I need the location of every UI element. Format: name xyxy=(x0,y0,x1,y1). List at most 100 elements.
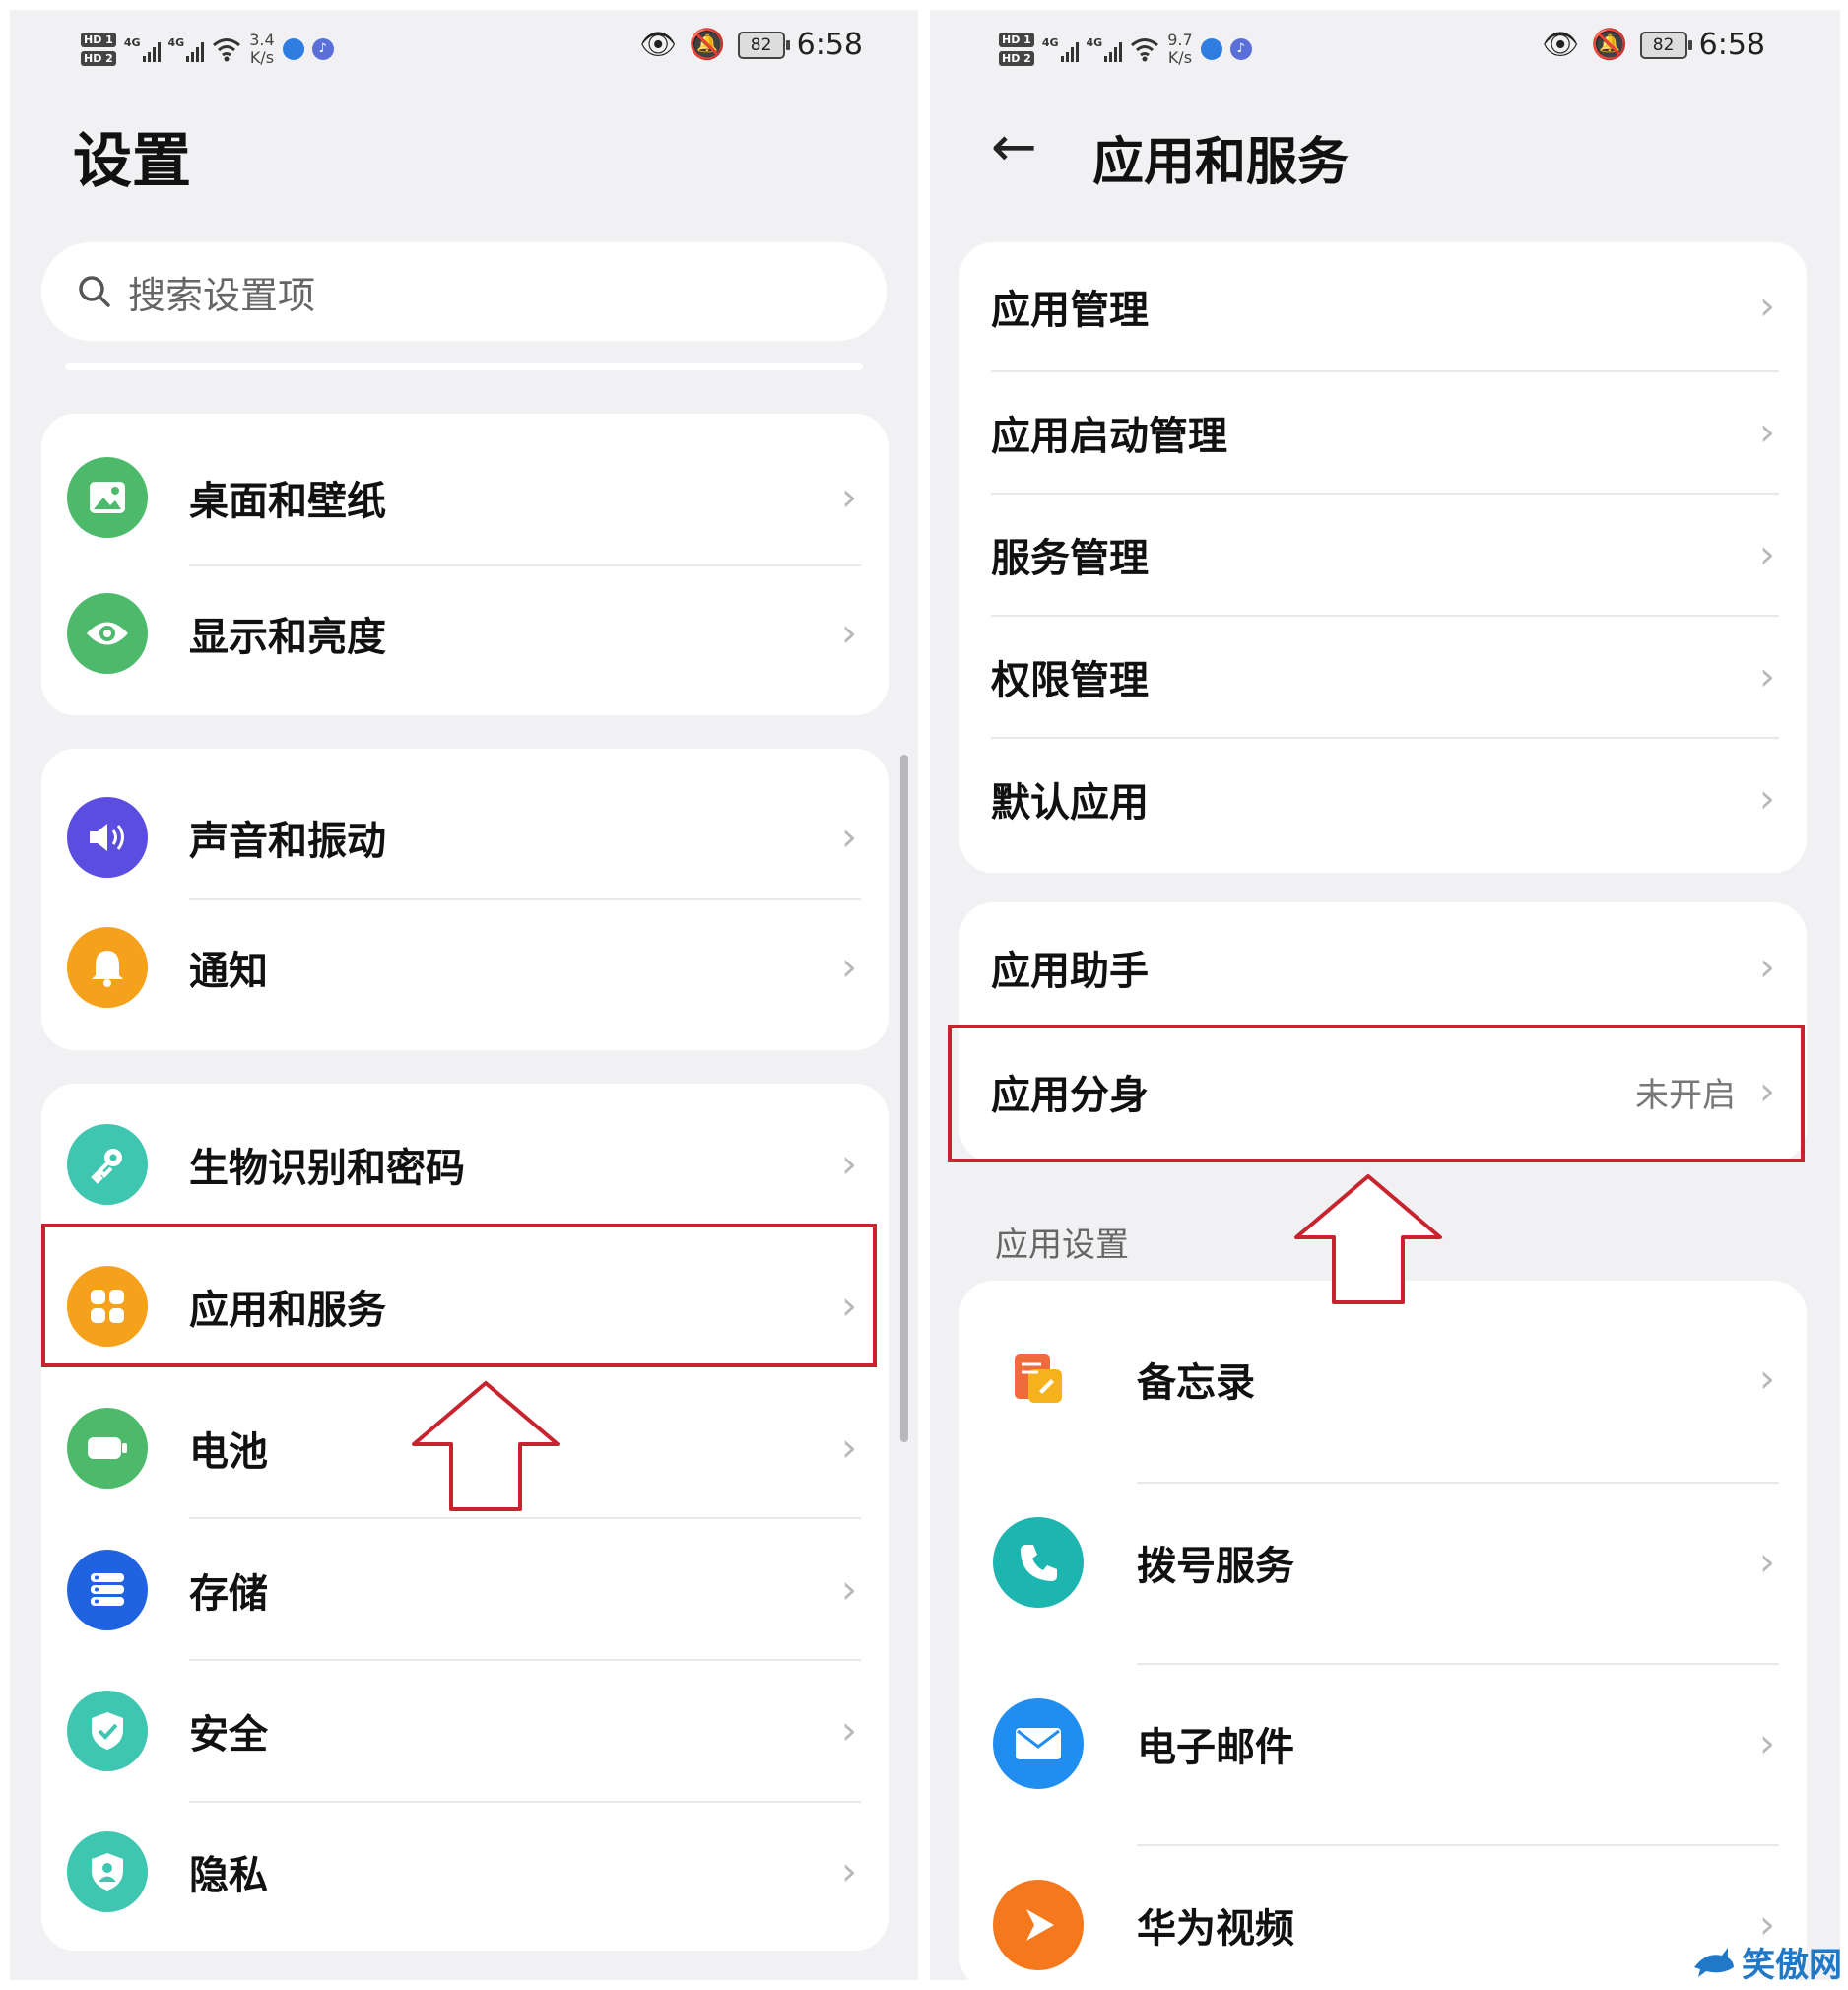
app-item-memo[interactable]: 备忘录 › xyxy=(959,1300,1807,1458)
wifi-icon xyxy=(1131,38,1159,62)
network-speed: 9.7 K/s xyxy=(1167,31,1193,67)
signal-icon: 4G xyxy=(1042,36,1079,62)
settings-item-label: 安全 xyxy=(189,1712,268,1758)
shark-logo-icon xyxy=(1694,1947,1734,1977)
eye-icon xyxy=(67,593,148,674)
chevron-right-icon: › xyxy=(841,945,857,990)
settings-item-label: 电池 xyxy=(189,1429,268,1475)
menu-item-label: 应用管理 xyxy=(991,288,1149,333)
up-arrow-annotation xyxy=(412,1381,560,1511)
menu-item-label: 应用启动管理 xyxy=(991,414,1227,459)
chevron-right-icon: › xyxy=(1759,945,1775,990)
app-item-label: 备忘录 xyxy=(1137,1360,1255,1406)
phone-icon xyxy=(993,1517,1084,1608)
highlight-box-apps-services xyxy=(41,1224,877,1367)
eye-comfort-icon: 👁 xyxy=(1542,28,1580,62)
menu-item-default-apps[interactable]: 默认应用 › xyxy=(959,739,1807,859)
scrollbar[interactable] xyxy=(900,755,908,1442)
settings-item-storage[interactable]: 存储 › xyxy=(41,1519,889,1661)
chevron-right-icon: › xyxy=(1759,1540,1775,1585)
back-arrow-icon[interactable]: ← xyxy=(991,120,1037,175)
music-icon: ♪ xyxy=(1229,38,1252,60)
speaker-icon xyxy=(67,797,148,878)
security-shield-icon xyxy=(282,38,304,60)
hd-indicator-1: HD 1 xyxy=(999,33,1034,47)
menu-item-label: 应用助手 xyxy=(991,949,1149,994)
settings-item-label: 隐私 xyxy=(189,1853,268,1898)
menu-item-app-management[interactable]: 应用管理 › xyxy=(959,246,1807,366)
page-title: 设置 xyxy=(73,127,191,196)
chevron-right-icon: › xyxy=(1759,410,1775,455)
privacy-icon xyxy=(67,1831,148,1912)
settings-item-privacy[interactable]: 隐私 › xyxy=(41,1803,889,1941)
settings-group-system: 生物识别和密码 › 应用和服务 › 电池 › 存储 › 安全 › 隐私 › xyxy=(41,1084,889,1951)
page-title: 应用和服务 xyxy=(1092,133,1350,192)
app-settings-list: 备忘录 › 拨号服务 › 电子邮件 › 华为视频 › xyxy=(959,1281,1807,1980)
wallpaper-icon xyxy=(67,457,148,538)
menu-item-service-management[interactable]: 服务管理 › xyxy=(959,495,1807,615)
bell-icon xyxy=(67,927,148,1008)
settings-item-label: 存储 xyxy=(189,1571,268,1617)
chevron-right-icon: › xyxy=(841,1849,857,1894)
menu-item-permissions[interactable]: 权限管理 › xyxy=(959,617,1807,737)
chevron-right-icon: › xyxy=(1759,532,1775,577)
memo-icon xyxy=(993,1334,1084,1425)
mail-icon xyxy=(993,1698,1084,1789)
settings-item-label: 显示和亮度 xyxy=(189,615,386,660)
storage-icon xyxy=(67,1550,148,1630)
settings-item-sound[interactable]: 声音和振动 › xyxy=(41,772,889,902)
chevron-right-icon: › xyxy=(1759,654,1775,699)
battery-icon xyxy=(67,1408,148,1489)
apps-services-screen: HD 1 HD 2 4G 4G 9.7 K/s ♪ 👁 🔕 82 6:58 ← … xyxy=(930,10,1840,1980)
search-icon xyxy=(79,276,110,307)
settings-item-wallpaper[interactable]: 桌面和壁纸 › xyxy=(41,433,889,562)
mute-bell-icon: 🔕 xyxy=(689,28,726,62)
menu-item-app-launch[interactable]: 应用启动管理 › xyxy=(959,372,1807,493)
settings-item-biometrics[interactable]: 生物识别和密码 › xyxy=(41,1097,889,1231)
settings-screen: HD 1 HD 2 4G 4G 3.4 K/s ♪ 👁 🔕 82 6:58 设置… xyxy=(10,10,918,1980)
settings-item-label: 通知 xyxy=(189,949,268,994)
chevron-right-icon: › xyxy=(1759,1357,1775,1402)
app-item-email[interactable]: 电子邮件 › xyxy=(959,1665,1807,1823)
menu-item-app-assistant[interactable]: 应用助手 › xyxy=(959,908,1807,1027)
hd-indicator-1: HD 1 xyxy=(81,33,116,47)
app-management-group: 应用管理 › 应用启动管理 › 服务管理 › 权限管理 › 默认应用 › xyxy=(959,242,1807,873)
settings-item-display[interactable]: 显示和亮度 › xyxy=(41,566,889,700)
search-placeholder: 搜索设置项 xyxy=(128,273,316,317)
signal-icon: 4G xyxy=(124,36,161,62)
mute-bell-icon: 🔕 xyxy=(1591,28,1628,62)
search-bar[interactable]: 搜索设置项 xyxy=(41,242,887,341)
app-item-label: 华为视频 xyxy=(1137,1906,1294,1952)
list-edge xyxy=(65,363,863,370)
chevron-right-icon: › xyxy=(841,1708,857,1754)
chevron-right-icon: › xyxy=(841,1426,857,1471)
chevron-right-icon: › xyxy=(841,1142,857,1187)
hd-indicator-2: HD 2 xyxy=(81,51,116,66)
hd-indicator-2: HD 2 xyxy=(999,51,1034,66)
menu-item-label: 权限管理 xyxy=(991,658,1149,703)
watermark-text: 笑傲网 xyxy=(1742,1946,1842,1985)
app-item-huawei-video[interactable]: 华为视频 › xyxy=(959,1846,1807,1980)
settings-group-display: 桌面和壁纸 › 显示和亮度 › xyxy=(41,414,889,715)
clock: 6:58 xyxy=(796,28,863,62)
settings-item-label: 声音和振动 xyxy=(189,819,386,864)
eye-comfort-icon: 👁 xyxy=(639,28,678,62)
app-item-dialer[interactable]: 拨号服务 › xyxy=(959,1484,1807,1641)
clock: 6:58 xyxy=(1698,28,1765,62)
watermark: 笑傲网 xyxy=(1692,1938,1842,1986)
app-item-label: 拨号服务 xyxy=(1137,1544,1294,1589)
security-shield-icon xyxy=(1200,38,1222,60)
network-speed: 3.4 K/s xyxy=(249,31,275,67)
shield-icon xyxy=(67,1691,148,1771)
section-header-app-settings: 应用设置 xyxy=(995,1226,1129,1265)
settings-item-label: 桌面和壁纸 xyxy=(189,479,386,524)
settings-item-security[interactable]: 安全 › xyxy=(41,1661,889,1801)
battery-indicator: 82 xyxy=(737,31,790,59)
chevron-right-icon: › xyxy=(841,815,857,860)
app-item-label: 电子邮件 xyxy=(1137,1725,1294,1770)
settings-item-notifications[interactable]: 通知 › xyxy=(41,900,889,1034)
wifi-icon xyxy=(213,38,241,62)
status-bar: HD 1 HD 2 4G 4G 9.7 K/s ♪ 👁 🔕 82 6:58 xyxy=(930,10,1840,89)
key-icon xyxy=(67,1124,148,1205)
menu-item-label: 默认应用 xyxy=(991,780,1149,826)
